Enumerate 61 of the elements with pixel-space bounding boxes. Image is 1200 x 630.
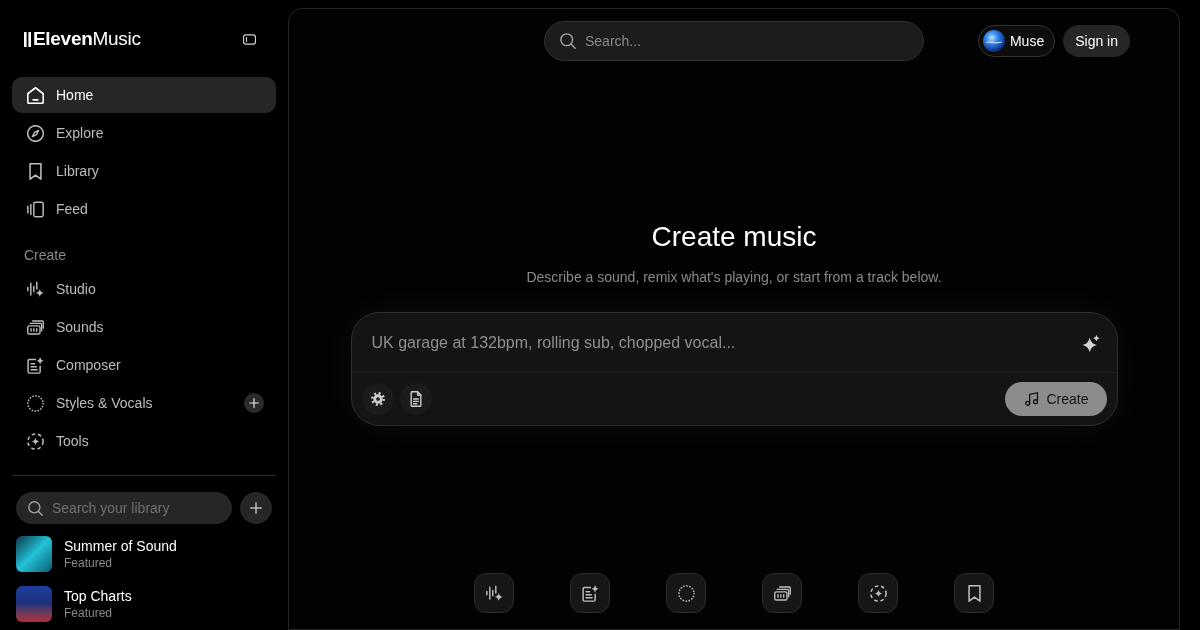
shortcut-tile[interactable] bbox=[666, 573, 706, 613]
cover-art-thumbnail[interactable] bbox=[16, 586, 52, 622]
page-title: Create music bbox=[651, 220, 817, 254]
shortcut-tile[interactable] bbox=[474, 573, 514, 613]
sidebar-nav-item[interactable]: Home bbox=[12, 77, 276, 113]
sidebar-nav-item[interactable]: Feed bbox=[12, 191, 276, 227]
document-sparkle-icon bbox=[27, 356, 44, 374]
add-button[interactable] bbox=[240, 492, 272, 524]
sidebar-nav-item[interactable]: Styles & Vocals bbox=[12, 385, 236, 421]
shortcut-tile[interactable] bbox=[570, 573, 610, 613]
stacked-cards-icon bbox=[27, 318, 44, 336]
music-note-icon bbox=[1025, 392, 1040, 406]
shortcut-tile[interactable] bbox=[762, 573, 802, 613]
dashed-circle-sparkle-icon bbox=[869, 584, 887, 602]
prompt-input[interactable]: UK garage at 132bpm, rolling sub, chopped vocal... bbox=[371, 331, 1070, 355]
compass-icon bbox=[27, 124, 44, 142]
sidebar-nav-item[interactable]: Sounds bbox=[12, 309, 276, 345]
sidebar-nav-item[interactable]: Tools bbox=[12, 423, 276, 459]
gear-icon bbox=[370, 392, 385, 406]
document-sparkle-icon bbox=[581, 584, 599, 602]
muse-button[interactable]: Muse bbox=[977, 25, 1056, 57]
sparkle-icon[interactable] bbox=[1081, 335, 1100, 353]
page-subtitle: Describe a sound, remix what's playing, or start from a track below. bbox=[526, 268, 942, 287]
dashed-circle-sparkle-icon bbox=[27, 432, 44, 450]
sidebar-toggle-icon[interactable] bbox=[243, 33, 256, 45]
sidebar-nav-item[interactable]: Composer bbox=[12, 347, 276, 383]
search-icon bbox=[560, 33, 576, 49]
orb-icon bbox=[982, 30, 1005, 52]
waveform-sparkle-icon bbox=[27, 280, 44, 298]
logo-bars-icon bbox=[24, 31, 31, 47]
sidebar-nav-item[interactable]: Studio bbox=[12, 271, 276, 307]
search-field[interactable]: Search... bbox=[544, 21, 924, 61]
library-search-field[interactable]: Search your library bbox=[16, 492, 232, 524]
playlist-subtitle: Featured bbox=[64, 605, 114, 621]
playlist-title[interactable]: Top Charts bbox=[64, 587, 132, 605]
plus-icon bbox=[249, 398, 259, 408]
sidebar-nav-item[interactable]: Explore bbox=[12, 115, 276, 151]
add-button[interactable] bbox=[244, 393, 264, 413]
dotted-circle-icon bbox=[27, 394, 44, 412]
shortcut-tile[interactable] bbox=[954, 573, 994, 613]
document-button[interactable] bbox=[399, 383, 432, 415]
panels-icon bbox=[27, 200, 44, 218]
playlist-subtitle: Featured bbox=[64, 555, 114, 571]
shortcut-tile[interactable] bbox=[858, 573, 898, 613]
plus-icon bbox=[250, 502, 262, 514]
waveform-sparkle-icon bbox=[485, 584, 503, 602]
dotted-circle-icon bbox=[677, 584, 695, 602]
sign-in-button[interactable]: Sign in bbox=[1063, 25, 1130, 57]
search-icon bbox=[28, 500, 43, 516]
playlist-title[interactable]: Summer of Sound bbox=[64, 537, 177, 555]
brand-name: ElevenMusic bbox=[33, 27, 141, 51]
document-icon bbox=[409, 391, 422, 407]
bookmark-icon bbox=[965, 584, 983, 602]
section-heading: Create bbox=[23, 246, 68, 265]
cover-art-thumbnail[interactable] bbox=[16, 536, 52, 572]
stacked-cards-icon bbox=[773, 584, 791, 602]
create-button[interactable]: Create bbox=[1005, 382, 1107, 416]
home-icon bbox=[27, 86, 44, 104]
bookmark-icon bbox=[27, 162, 44, 180]
settings-button[interactable] bbox=[361, 383, 394, 415]
sidebar-nav-item[interactable]: Library bbox=[12, 153, 276, 189]
